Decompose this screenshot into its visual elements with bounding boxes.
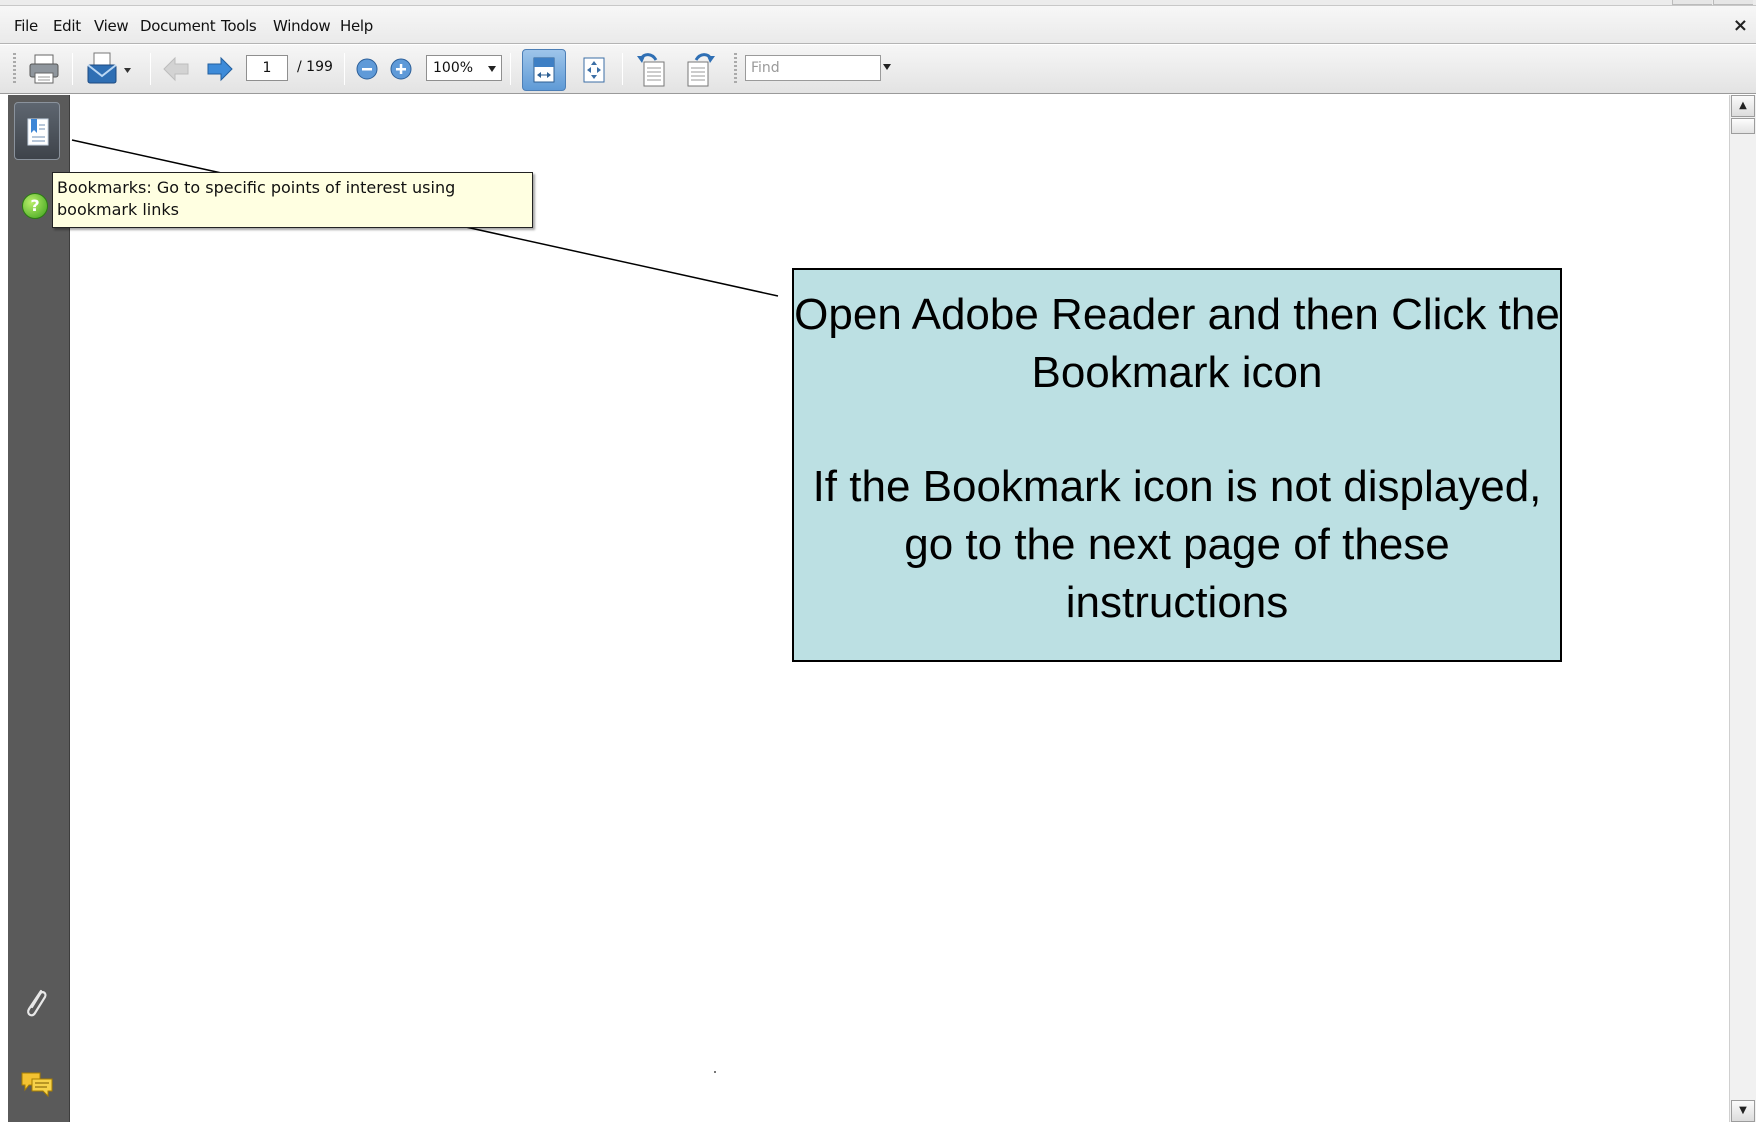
menu-tools[interactable]: Tools: [221, 17, 257, 35]
bookmarks-icon: [27, 118, 49, 146]
window-button[interactable]: [1713, 0, 1753, 5]
help-icon[interactable]: ?: [22, 193, 48, 219]
rotate-cw-icon[interactable]: [682, 50, 718, 88]
close-document-icon[interactable]: ×: [1733, 15, 1748, 36]
toolbar-grip[interactable]: [734, 53, 737, 85]
zoom-out-icon[interactable]: [355, 57, 379, 81]
menu-view[interactable]: View: [94, 17, 129, 35]
print-icon[interactable]: [26, 51, 62, 87]
find-input[interactable]: Find: [745, 55, 881, 81]
fit-page-icon[interactable]: [579, 55, 609, 85]
zoom-in-icon[interactable]: [389, 57, 413, 81]
chevron-down-icon[interactable]: [487, 66, 497, 72]
scroll-thumb[interactable]: [1731, 118, 1755, 134]
instruction-callout: Open Adobe Reader and then Click the Boo…: [792, 268, 1562, 662]
vertical-scrollbar[interactable]: ▲ ▼: [1729, 95, 1756, 1122]
scroll-down-button[interactable]: ▼: [1731, 1100, 1755, 1122]
page-speck: [714, 1071, 716, 1073]
toolbar-grip[interactable]: [13, 53, 16, 85]
menu-window[interactable]: Window: [273, 17, 331, 35]
callout-paragraph-1: Open Adobe Reader and then Click the Boo…: [794, 290, 1560, 397]
page-total: / 199: [297, 59, 333, 75]
menu-edit[interactable]: Edit: [53, 17, 81, 35]
fit-width-icon[interactable]: [529, 55, 559, 85]
chevron-down-icon[interactable]: [882, 64, 892, 70]
rotate-ccw-icon[interactable]: [634, 50, 670, 88]
menu-file[interactable]: File: [14, 17, 38, 35]
next-page-icon[interactable]: [204, 53, 236, 85]
page-number-input[interactable]: 1: [246, 55, 288, 81]
scroll-up-button[interactable]: ▲: [1731, 95, 1755, 117]
menu-help[interactable]: Help: [340, 17, 373, 35]
adobe-reader-window: File Edit View Document Tools Window Hel…: [0, 0, 1756, 1122]
toolbar-separator: [72, 53, 73, 85]
toolbar: 1 / 199 100% Find: [0, 45, 1756, 94]
zoom-value: 100%: [433, 60, 474, 76]
comments-icon[interactable]: [20, 1069, 54, 1099]
toolbar-separator: [622, 53, 623, 85]
callout-paragraph-2: If the Bookmark icon is not displayed, g…: [812, 462, 1542, 627]
window-button[interactable]: [1672, 0, 1712, 5]
navigation-panel: ?: [8, 95, 70, 1122]
email-icon[interactable]: [84, 51, 136, 87]
attachments-icon[interactable]: [21, 985, 51, 1021]
toolbar-separator: [150, 53, 151, 85]
menu-bar: File Edit View Document Tools Window Hel…: [0, 6, 1756, 44]
bookmarks-button[interactable]: [14, 102, 60, 160]
bookmarks-tooltip: Bookmarks: Go to specific points of inte…: [52, 172, 533, 228]
toolbar-separator: [344, 53, 345, 85]
toolbar-separator: [510, 53, 511, 85]
previous-page-icon[interactable]: [160, 53, 192, 85]
menu-document[interactable]: Document: [140, 17, 216, 35]
